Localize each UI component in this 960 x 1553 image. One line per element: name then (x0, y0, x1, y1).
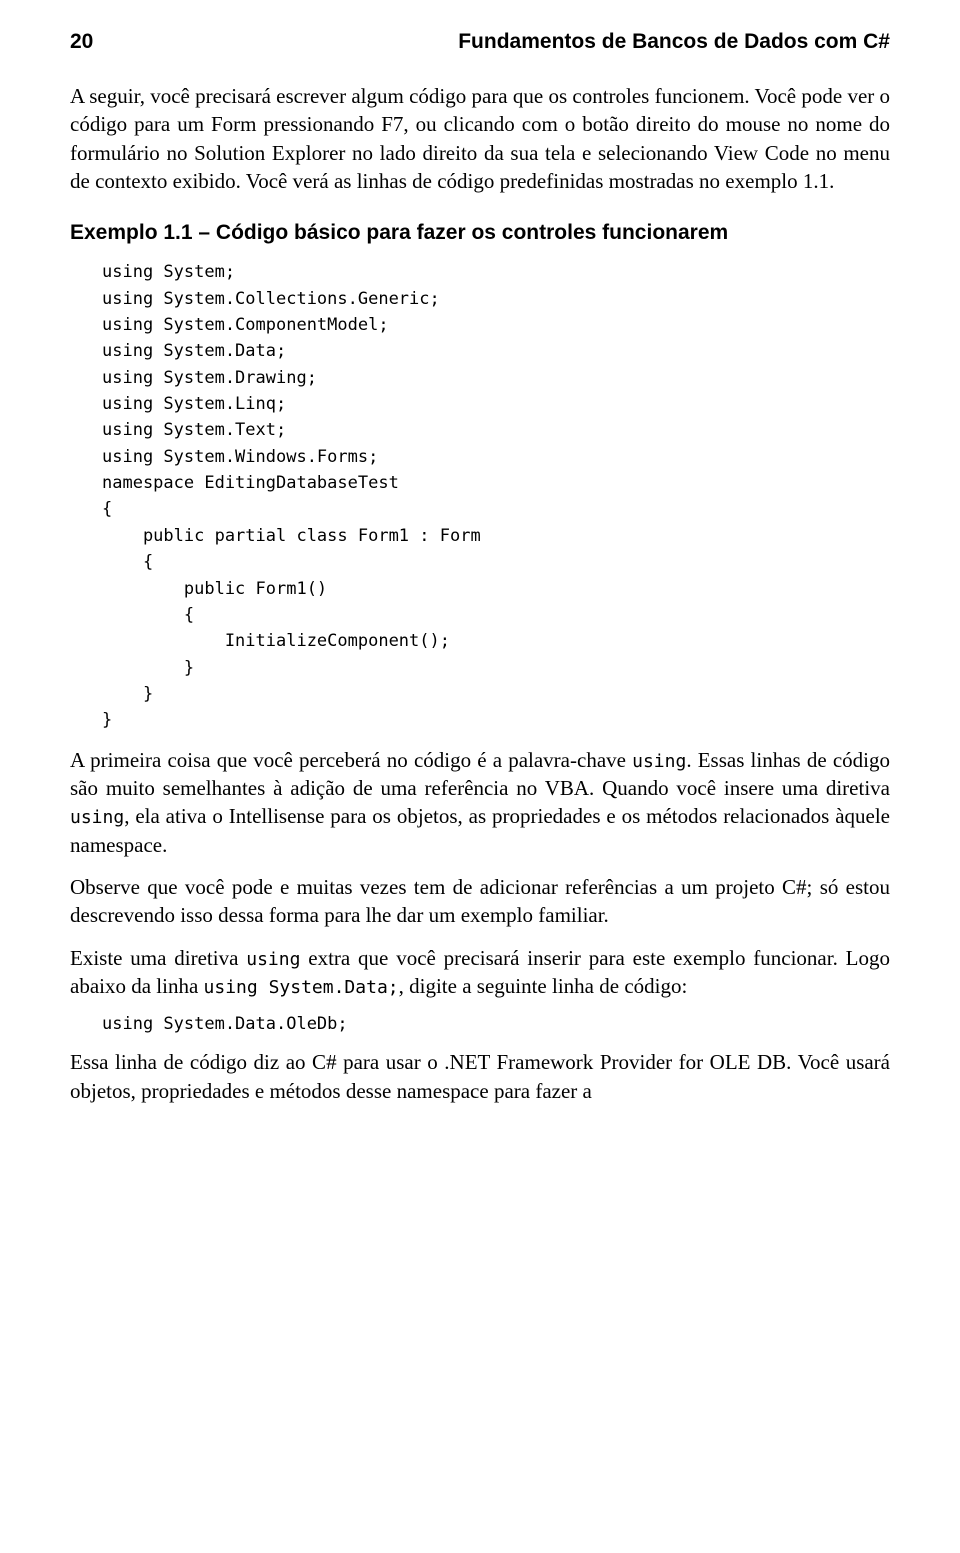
page: 20 Fundamentos de Bancos de Dados com C#… (0, 0, 960, 1159)
paragraph-intro: A seguir, você precisará escrever algum … (70, 82, 890, 195)
text-fragment: , digite a seguinte linha de código: (399, 974, 688, 998)
code-block-main: using System; using System.Collections.G… (102, 259, 890, 733)
page-number: 20 (70, 30, 93, 54)
paragraph-oledb-explain: Essa linha de código diz ao C# para usar… (70, 1048, 890, 1105)
paragraph-extra-using: Existe uma diretiva using extra que você… (70, 944, 890, 1001)
inline-code-using: using (632, 751, 686, 772)
code-line-oledb: using System.Data.OleDb; (102, 1014, 890, 1034)
inline-code-using: using (70, 807, 124, 828)
book-title: Fundamentos de Bancos de Dados com C# (458, 30, 890, 54)
text-fragment: A primeira coisa que você perceberá no c… (70, 748, 632, 772)
text-fragment: Existe uma diretiva (70, 946, 246, 970)
paragraph-references: Observe que você pode e muitas vezes tem… (70, 873, 890, 930)
text-fragment: , ela ativa o Intellisense para os objet… (70, 804, 890, 856)
paragraph-using-explain: A primeira coisa que você perceberá no c… (70, 746, 890, 859)
running-header: 20 Fundamentos de Bancos de Dados com C# (70, 30, 890, 54)
example-heading: Exemplo 1.1 – Código básico para fazer o… (70, 221, 890, 245)
inline-code-system-data: using System.Data; (204, 977, 399, 998)
inline-code-using: using (246, 949, 300, 970)
